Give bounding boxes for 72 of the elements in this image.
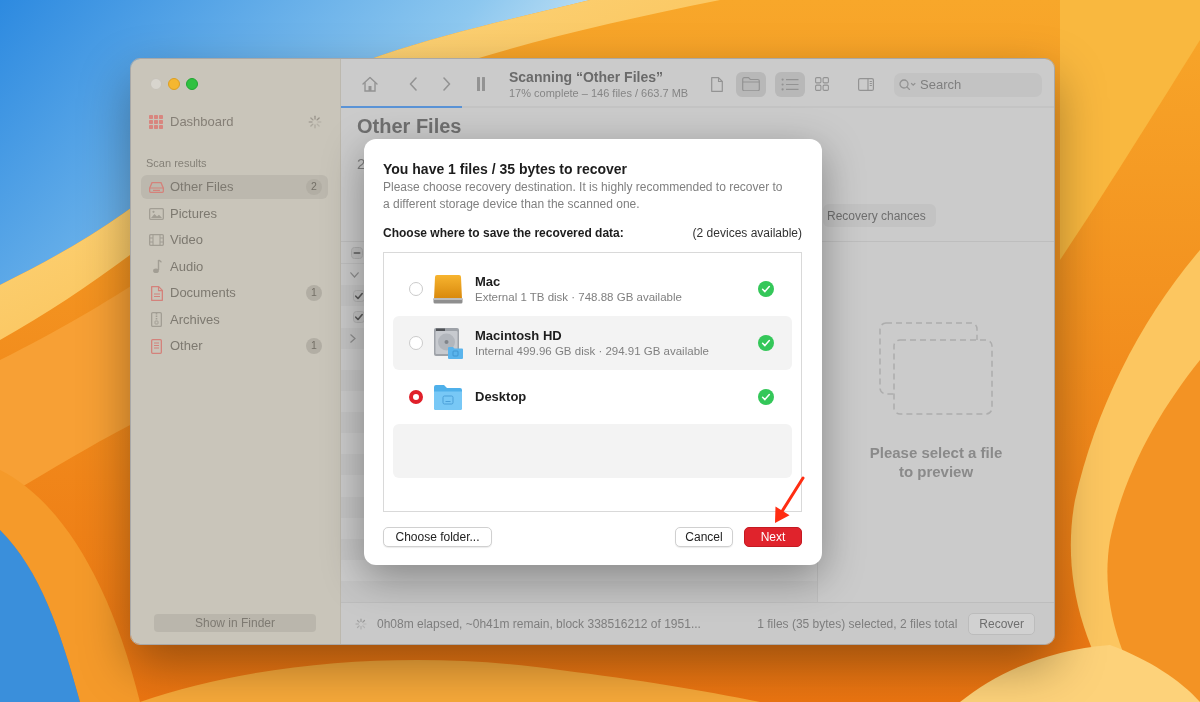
spinner-icon bbox=[308, 115, 322, 129]
spinner-icon bbox=[355, 617, 367, 630]
minimize-icon[interactable] bbox=[168, 78, 180, 90]
checkbox[interactable] bbox=[353, 289, 365, 302]
checkbox[interactable] bbox=[353, 310, 365, 323]
document-icon bbox=[711, 76, 723, 92]
zipper-icon bbox=[151, 312, 162, 327]
dialog-title: You have 1 files / 35 bytes to recover bbox=[383, 161, 629, 178]
chevron-right-icon[interactable] bbox=[350, 333, 356, 343]
preview-placeholder-icon bbox=[879, 322, 993, 415]
chevron-left-icon[interactable] bbox=[409, 77, 417, 91]
dashboard-item[interactable]: Dashboard bbox=[149, 110, 234, 134]
destination-row[interactable]: Macintosh HD Internal 499.96 GB disk · 294.91 GB available bbox=[393, 316, 792, 370]
sidebar-item[interactable]: Pictures bbox=[141, 201, 328, 226]
choose-folder-button[interactable]: Choose folder... bbox=[383, 527, 492, 547]
count-badge: 2 bbox=[306, 179, 322, 195]
device-name: Macintosh HD bbox=[475, 327, 563, 344]
count-badge: 1 bbox=[306, 338, 322, 354]
search-field[interactable]: Search bbox=[894, 72, 1042, 97]
image-icon bbox=[149, 207, 164, 220]
home-icon[interactable] bbox=[361, 76, 379, 92]
recovery-chances-button[interactable]: Recovery chances bbox=[823, 204, 936, 227]
sidebar-item[interactable]: Audio bbox=[141, 254, 328, 279]
checkbox[interactable] bbox=[351, 246, 363, 259]
count-badge: 1 bbox=[306, 285, 322, 301]
document-icon bbox=[150, 285, 163, 301]
cancel-button[interactable]: Cancel bbox=[675, 527, 733, 547]
selection-summary: 1 files (35 bytes) selected, 2 files total bbox=[757, 615, 958, 633]
section-title: Scan results bbox=[146, 156, 208, 170]
next-button[interactable]: Next bbox=[744, 527, 802, 547]
preview-message: Please select a file to preview bbox=[868, 443, 1004, 481]
chevron-down-icon[interactable] bbox=[350, 271, 359, 278]
view-button[interactable] bbox=[736, 71, 766, 97]
scan-status-text: 0h08m elapsed, ~0h41m remain, block 338516212 of 1951... bbox=[377, 615, 701, 633]
radio-button[interactable] bbox=[409, 336, 423, 350]
file-count: 2 bbox=[357, 154, 366, 174]
device-details: Internal 499.96 GB disk · 294.91 GB available bbox=[475, 343, 709, 359]
device-count: (2 devices available) bbox=[692, 225, 802, 242]
page-icon bbox=[151, 338, 162, 354]
sidebar-item[interactable]: Archives bbox=[141, 307, 328, 332]
radio-button[interactable] bbox=[409, 282, 423, 296]
sidebar-item[interactable]: Other Files 2 bbox=[141, 175, 328, 199]
grid-icon bbox=[815, 77, 829, 91]
dialog-description: Please choose recovery destination. It is highly recommended to recover to a different storage device than the scanned one. bbox=[383, 179, 783, 213]
recover-button[interactable]: Recover bbox=[968, 612, 1035, 635]
drive-icon bbox=[149, 181, 164, 193]
chevron-right-icon[interactable] bbox=[443, 77, 451, 91]
sidebar-item[interactable]: Documents 1 bbox=[141, 281, 328, 305]
list-icon bbox=[781, 77, 799, 91]
sidebar-item[interactable]: Video bbox=[141, 228, 328, 252]
sidebar-toggle-icon[interactable] bbox=[858, 77, 874, 91]
pause-icon[interactable] bbox=[476, 77, 486, 91]
destination-label: Choose where to save the recovered data: bbox=[383, 225, 624, 242]
device-details: External 1 TB disk · 748.88 GB available bbox=[475, 289, 682, 305]
film-icon bbox=[149, 234, 164, 246]
hard-drive-icon bbox=[433, 327, 463, 359]
scan-progress-text: 17% complete – 146 files / 663.7 MB bbox=[509, 85, 689, 100]
scan-title: Scanning “Other Files” bbox=[509, 68, 665, 86]
device-name: Desktop bbox=[475, 389, 527, 405]
radio-button[interactable] bbox=[409, 390, 423, 404]
folder-icon bbox=[742, 77, 760, 91]
search-icon bbox=[899, 78, 916, 90]
folder-icon bbox=[433, 384, 463, 410]
external-drive-icon bbox=[433, 274, 463, 304]
show-in-finder-button[interactable]: Show in Finder bbox=[154, 614, 316, 632]
grid-icon bbox=[149, 115, 163, 129]
zoom-icon[interactable] bbox=[186, 78, 198, 90]
view-button[interactable] bbox=[775, 71, 805, 97]
device-name: Mac bbox=[475, 273, 502, 290]
sidebar-item[interactable]: Other 1 bbox=[141, 334, 328, 358]
music-note-icon bbox=[151, 259, 162, 274]
page-heading: Other Files bbox=[357, 114, 462, 138]
